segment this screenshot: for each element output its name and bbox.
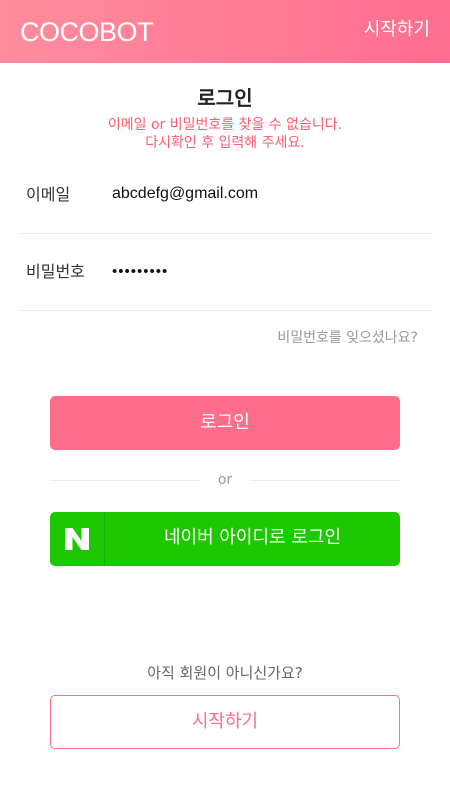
password-row: 비밀번호 xyxy=(20,252,431,292)
email-field[interactable] xyxy=(112,181,422,207)
naver-icon-container xyxy=(50,512,105,566)
password-label: 비밀번호 xyxy=(26,262,85,281)
email-row: 이메일 xyxy=(20,175,431,215)
naver-n-icon xyxy=(65,528,89,550)
password-divider xyxy=(20,310,431,311)
password-field[interactable] xyxy=(112,258,422,284)
or-line-right xyxy=(250,480,400,481)
naver-login-button[interactable]: 네이버 아이디로 로그인 xyxy=(50,512,400,566)
start-button[interactable]: 시작하기 xyxy=(50,695,400,749)
header-start-link[interactable]: 시작하기 xyxy=(364,18,430,42)
top-header: COCOBOT 시작하기 xyxy=(0,0,450,63)
app-logo[interactable]: COCOBOT xyxy=(20,15,154,49)
email-label: 이메일 xyxy=(26,185,71,204)
error-message: 이메일 or 비밀번호를 찾을 수 없습니다. 다시확인 후 입력해 주세요. xyxy=(0,116,450,152)
forgot-password-link[interactable]: 비밀번호를 잊으셨나요? xyxy=(277,328,418,348)
naver-button-label: 네이버 아이디로 로그인 xyxy=(163,527,342,548)
or-separator: or xyxy=(50,470,400,490)
not-member-prompt: 아직 회원이 아니신가요? xyxy=(147,664,303,682)
login-screen: COCOBOT 시작하기 로그인 이메일 or 비밀번호를 찾을 수 없습니다.… xyxy=(0,0,450,800)
error-line-1: 이메일 or 비밀번호를 찾을 수 없습니다. xyxy=(107,117,343,133)
page-title: 로그인 xyxy=(197,86,253,110)
login-button[interactable]: 로그인 xyxy=(50,396,400,450)
email-divider xyxy=(20,233,431,234)
error-line-2: 다시확인 후 입력해 주세요. xyxy=(145,135,305,151)
